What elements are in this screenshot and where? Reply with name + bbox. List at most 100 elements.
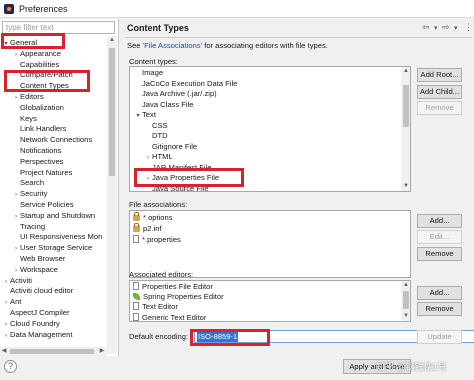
- tree-item-label: Editors: [20, 92, 44, 101]
- remove-file-association-button[interactable]: Remove: [417, 247, 462, 261]
- file-association-item[interactable]: *.options: [133, 212, 173, 223]
- scroll-up-icon[interactable]: ▲: [108, 36, 116, 44]
- content-types-tree[interactable]: Image JaCoCo Execution Data File Java Arch…: [129, 66, 411, 192]
- content-type-item[interactable]: ▾ Text: [134, 110, 155, 121]
- editors-scrollbar[interactable]: ▲ ▼: [401, 281, 410, 321]
- tree-item-label: Search: [20, 178, 45, 188]
- tree-item[interactable]: › Ant: [2, 296, 21, 307]
- content-types-page: Content Types ⇦ ▾ ⇨ ▾ ⋮ See 'File Associ…: [121, 19, 474, 356]
- content-type-item[interactable]: JAR Manifest File: [144, 163, 212, 173]
- content-type-item[interactable]: CSS: [144, 121, 168, 131]
- tree-item[interactable]: Keys: [12, 113, 37, 124]
- editor-item[interactable]: Text Editor: [133, 302, 178, 312]
- content-type-item[interactable]: Java Class File: [134, 100, 193, 110]
- content-type-label: Java Archive (.jar/.zip): [142, 89, 217, 98]
- tree-item-label: UI Responsiveness Mon: [20, 232, 103, 242]
- scroll-down-icon[interactable]: ▼: [402, 312, 410, 320]
- tree-item[interactable]: Activiti cloud editor: [2, 285, 73, 296]
- help-icon[interactable]: ?: [4, 360, 17, 373]
- update-encoding-button[interactable]: Update: [417, 330, 462, 344]
- tree-item[interactable]: Perspectives: [12, 156, 63, 167]
- expand-right-icon[interactable]: ›: [144, 153, 152, 163]
- associated-editors-list[interactable]: Properties File Editor Spring Properties …: [129, 280, 411, 322]
- tree-item[interactable]: › Cloud Foundry: [2, 318, 60, 329]
- file-association-item[interactable]: p2.inf: [133, 223, 162, 234]
- expand-right-icon[interactable]: ›: [2, 331, 10, 342]
- tree-item[interactable]: Web Browser: [12, 253, 65, 264]
- tree-item[interactable]: Notifications: [12, 145, 61, 156]
- scroll-up-icon[interactable]: ▲: [402, 67, 410, 75]
- file-associations-list[interactable]: *.options p2.inf *.properties: [129, 210, 411, 278]
- expand-down-icon[interactable]: ▾: [134, 111, 142, 121]
- tree-item[interactable]: Capabilities: [12, 59, 59, 70]
- content-types-scroll-thumb[interactable]: [403, 85, 409, 127]
- content-type-item[interactable]: DTD: [144, 131, 168, 141]
- tree-item[interactable]: › Data Management: [2, 329, 72, 340]
- content-type-item[interactable]: JaCoCo Execution Data File: [134, 79, 237, 89]
- editors-scroll-thumb[interactable]: [403, 291, 409, 309]
- editor-item[interactable]: Generic Text Editor: [133, 312, 206, 321]
- tree-item[interactable]: › User Storage Service: [12, 242, 92, 253]
- tree-item[interactable]: › Activiti: [2, 275, 32, 286]
- content-type-label: Gitignore File: [152, 141, 198, 151]
- file-icon: [133, 302, 139, 311]
- tree-item[interactable]: Compare/Patch: [12, 69, 73, 80]
- tree-item[interactable]: Tracing: [12, 221, 45, 232]
- tree-item[interactable]: › Editors: [12, 91, 44, 102]
- forward-menu-icon[interactable]: ▾: [454, 24, 458, 32]
- back-arrow-icon[interactable]: ⇦: [422, 22, 430, 33]
- edit-file-association-button[interactable]: Edit...: [417, 230, 462, 244]
- tree-item[interactable]: › Startup and Shutdown: [12, 210, 95, 221]
- tree-item[interactable]: Globalization: [12, 102, 64, 113]
- filter-input[interactable]: [2, 21, 115, 34]
- content-types-scrollbar[interactable]: ▲ ▼: [401, 67, 410, 191]
- tree-item[interactable]: Project Natures: [12, 167, 72, 178]
- editor-item[interactable]: Properties File Editor: [133, 282, 213, 292]
- tree-item[interactable]: UI Responsiveness Mon: [12, 231, 102, 242]
- expand-down-icon[interactable]: ▾: [2, 39, 10, 50]
- tree-item[interactable]: › Appearance: [12, 48, 61, 59]
- tree-item[interactable]: Search: [12, 177, 44, 188]
- tree-item[interactable]: ▾ General: [2, 37, 37, 48]
- content-type-item[interactable]: Java Archive (.jar/.zip): [134, 89, 217, 99]
- tree-scroll-thumb[interactable]: [109, 48, 115, 176]
- remove-content-type-button[interactable]: Remove: [417, 101, 462, 115]
- back-menu-icon[interactable]: ▾: [434, 24, 438, 32]
- content-type-item[interactable]: Java Source File: [144, 183, 209, 192]
- window-title: Preferences: [19, 3, 68, 14]
- content-type-label: Java Source File: [152, 183, 209, 192]
- tree-item[interactable]: Network Connections: [12, 134, 92, 145]
- tree-item[interactable]: Content Types: [12, 80, 69, 91]
- file-associations-link[interactable]: 'File Associations': [143, 41, 202, 50]
- add-editor-button[interactable]: Add...: [417, 286, 462, 300]
- content-type-item[interactable]: › HTML: [144, 152, 173, 162]
- content-type-item[interactable]: Image: [134, 68, 163, 78]
- tree-item[interactable]: Link Handlers: [12, 123, 66, 134]
- scroll-down-icon[interactable]: ▼: [402, 182, 410, 190]
- tree-item[interactable]: › Workspace: [12, 264, 58, 275]
- view-menu-icon[interactable]: ⋮: [464, 22, 473, 33]
- tree-horizontal-scrollbar[interactable]: ◀ ▶: [0, 347, 107, 356]
- tree-item[interactable]: › Security: [12, 188, 47, 199]
- file-icon: [133, 235, 139, 243]
- scroll-left-icon[interactable]: ◀: [0, 347, 8, 355]
- scroll-up-icon[interactable]: ▲: [402, 281, 410, 289]
- editor-item[interactable]: Spring Properties Editor: [133, 292, 224, 302]
- tree-item[interactable]: AspectJ Compiler: [2, 307, 70, 318]
- content-type-item[interactable]: Gitignore File: [144, 142, 197, 152]
- add-child-button[interactable]: Add Child...: [417, 85, 462, 99]
- tree-vertical-scrollbar[interactable]: ▲: [107, 36, 117, 354]
- remove-editor-button[interactable]: Remove: [417, 302, 462, 316]
- file-association-item[interactable]: *.properties: [133, 235, 181, 245]
- tree-item[interactable]: Service Policies: [12, 199, 74, 210]
- tree-hscroll-thumb[interactable]: [10, 349, 94, 354]
- tree-item-label: Network Connections: [20, 135, 93, 145]
- content-type-label: DTD: [152, 131, 168, 140]
- expand-right-icon[interactable]: ›: [144, 174, 152, 184]
- add-root-button[interactable]: Add Root...: [417, 68, 462, 82]
- content-type-item[interactable]: › Java Properties File: [144, 173, 219, 183]
- add-file-association-button[interactable]: Add...: [417, 214, 462, 228]
- tree-item-label: Project Natures: [20, 167, 73, 177]
- scroll-right-icon[interactable]: ▶: [98, 347, 106, 355]
- forward-arrow-icon[interactable]: ⇨: [442, 22, 450, 33]
